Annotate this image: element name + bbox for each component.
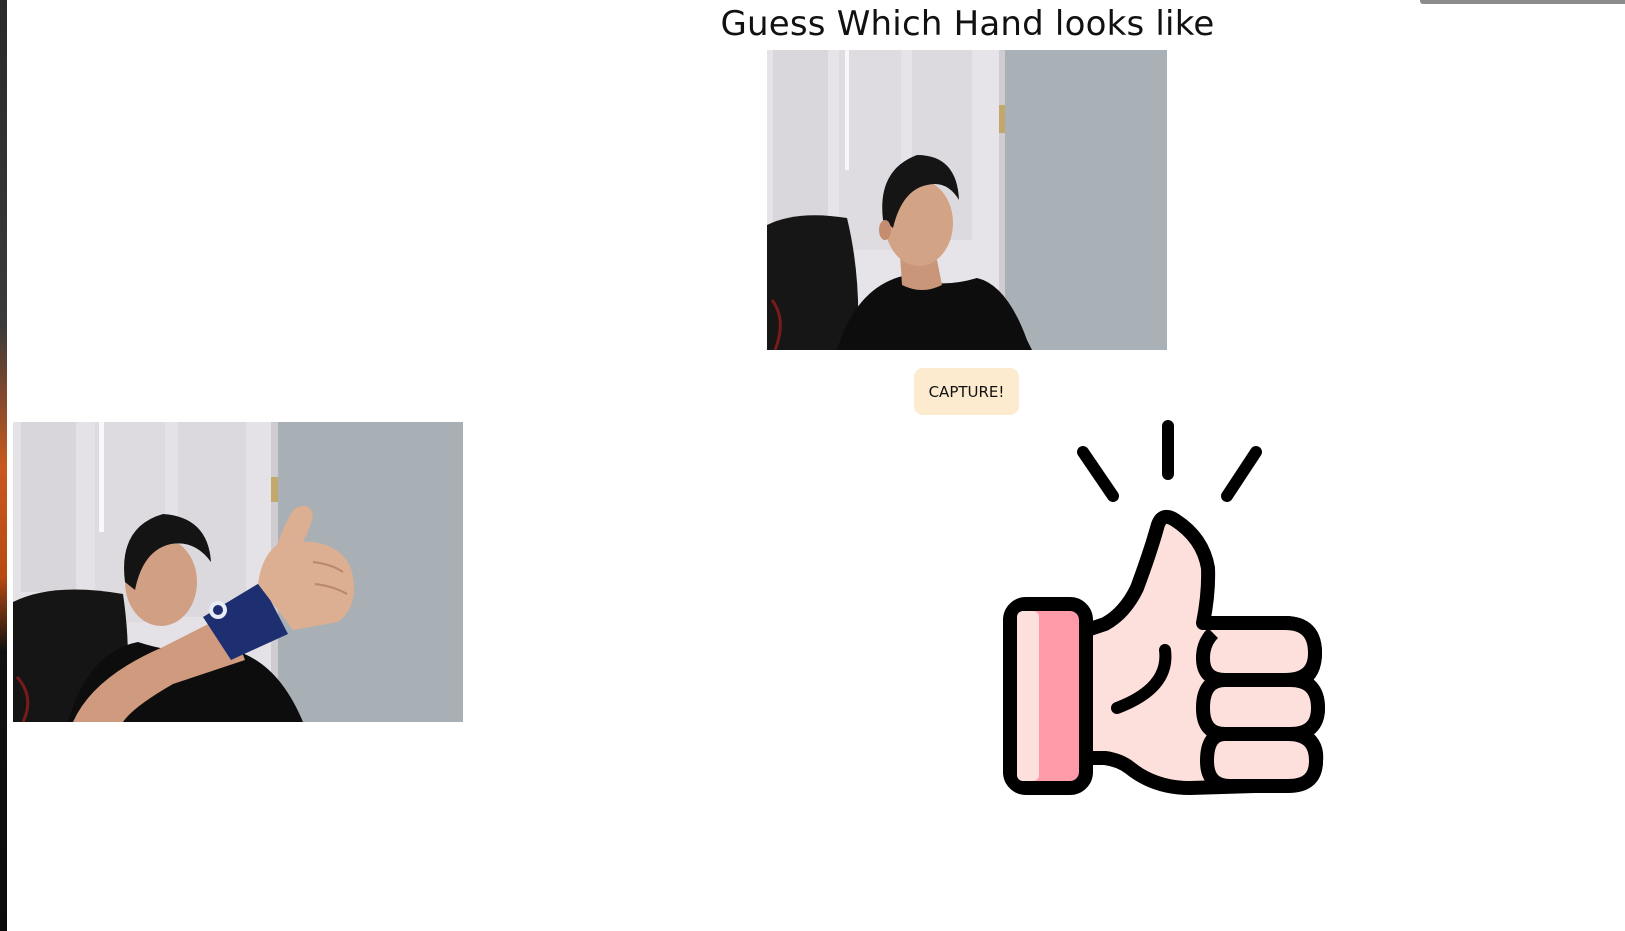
- window-scroll-indicator: [1420, 0, 1625, 4]
- result-thumbs-up: [985, 418, 1325, 813]
- thumbs-up-icon: [1003, 420, 1325, 795]
- page-title: Guess Which Hand looks like: [720, 4, 1215, 44]
- desktop-edge: [0, 0, 7, 931]
- capture-button[interactable]: CAPTURE!: [914, 368, 1019, 415]
- captured-image: [13, 422, 463, 722]
- webcam-feed: [767, 50, 1167, 350]
